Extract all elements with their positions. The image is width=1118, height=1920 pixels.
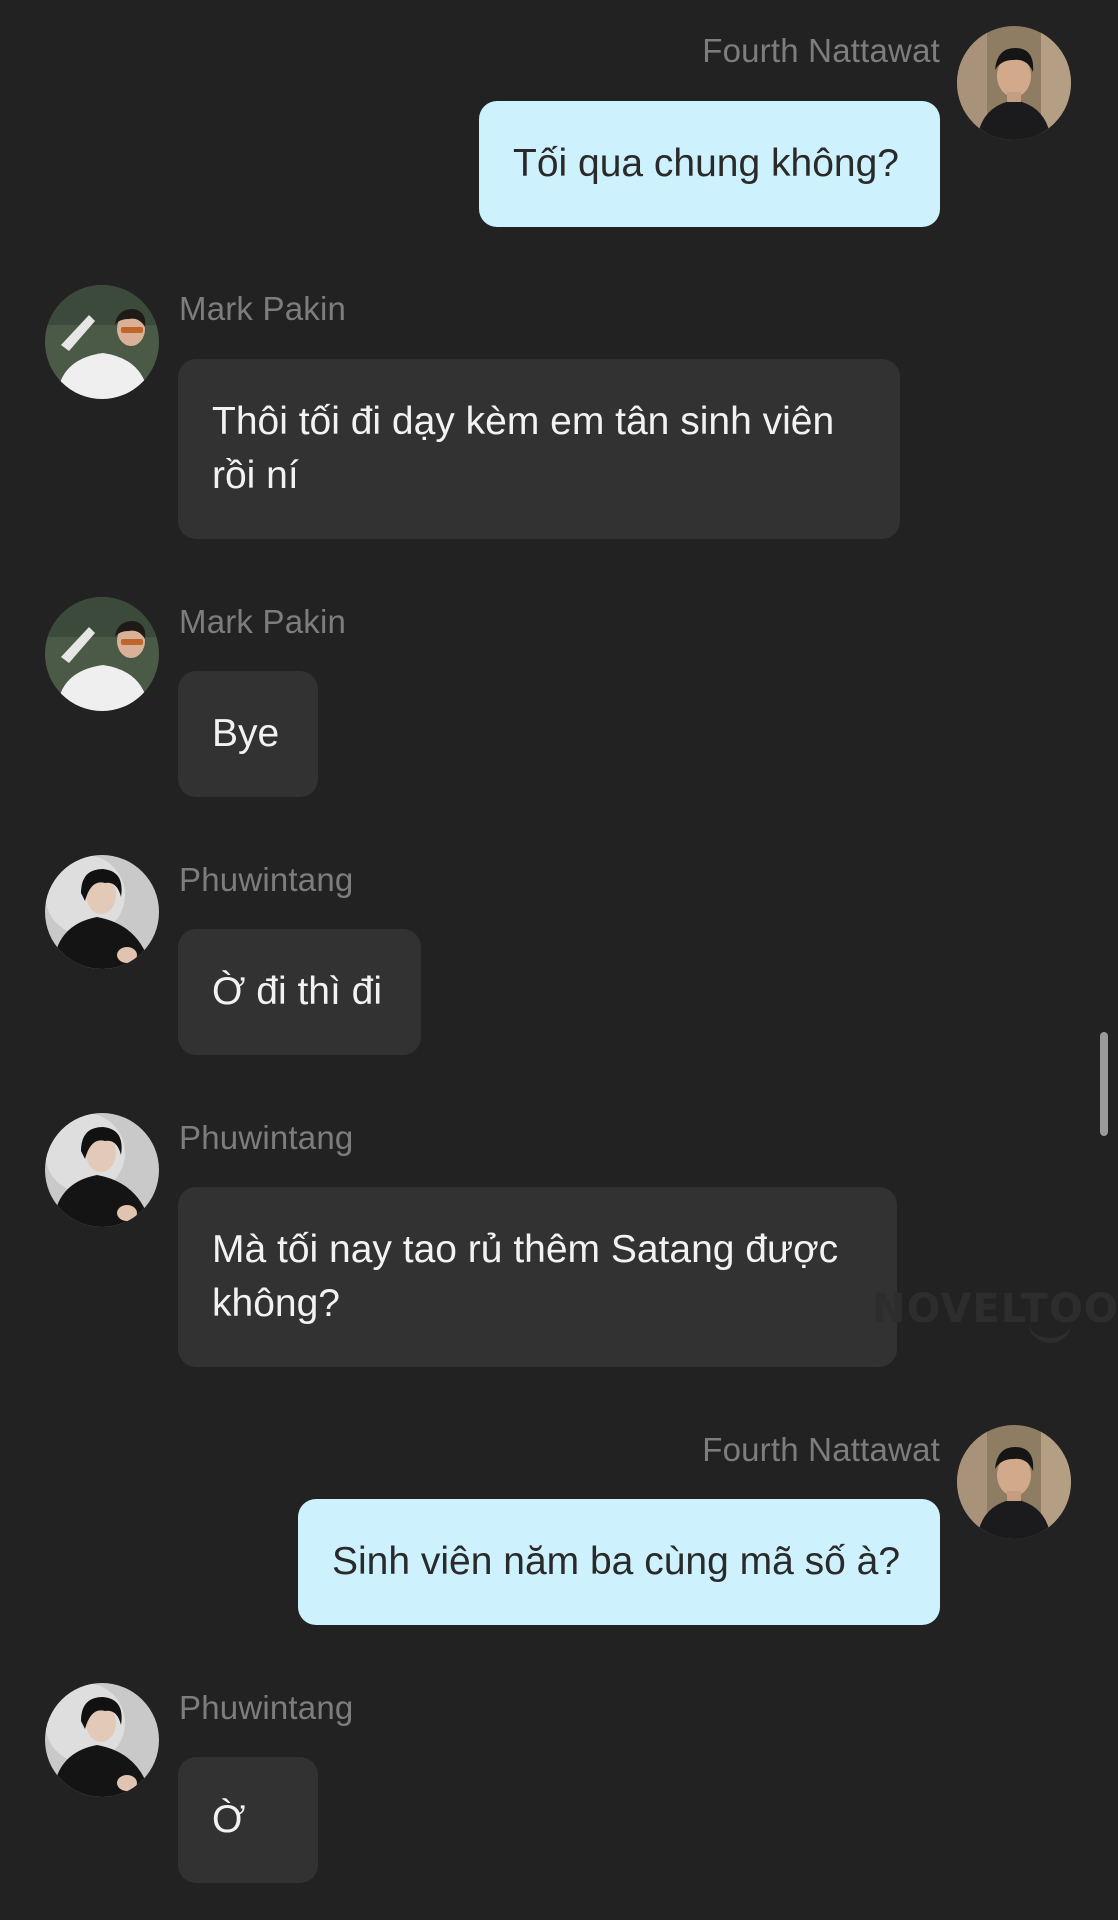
- avatar-phuwintang-image: [45, 855, 159, 969]
- avatar-mark-pakin[interactable]: [45, 597, 159, 711]
- avatar-phuwintang-image: [45, 1113, 159, 1227]
- avatar-phuwintang[interactable]: [45, 1683, 159, 1797]
- message-bubble[interactable]: Sinh viên năm ba cùng mã số à?: [298, 1499, 940, 1625]
- message-bubble[interactable]: Tối qua chung không?: [479, 101, 940, 227]
- message-bubble[interactable]: Ờ đi thì đi: [178, 929, 421, 1055]
- sender-name: Phuwintang: [179, 1119, 354, 1156]
- avatar-mark-pakin[interactable]: [45, 285, 159, 399]
- sender-name: Fourth Nattawat: [702, 32, 940, 69]
- avatar-fourth-image: [957, 1425, 1071, 1539]
- chat-thread[interactable]: Fourth Nattawat Tối qua chung không? Mar…: [0, 0, 1118, 1920]
- message-bubble[interactable]: Bye: [178, 671, 318, 797]
- message-bubble[interactable]: Thôi tối đi dạy kèm em tân sinh viên rồi…: [178, 359, 900, 539]
- avatar-phuwintang[interactable]: [45, 1113, 159, 1227]
- sender-name: Mark Pakin: [179, 603, 347, 640]
- avatar-mark-image: [45, 285, 159, 399]
- sender-name: Phuwintang: [179, 1689, 354, 1726]
- message-bubble[interactable]: Ờ: [178, 1757, 318, 1883]
- avatar-phuwintang-image: [45, 1683, 159, 1797]
- avatar-fourth-image: [957, 26, 1071, 140]
- avatar-fourth-nattawat[interactable]: [957, 1425, 1071, 1539]
- avatar-fourth-nattawat[interactable]: [957, 26, 1071, 140]
- avatar-phuwintang[interactable]: [45, 855, 159, 969]
- noveltoon-watermark: NOVELTOON: [872, 1286, 1118, 1332]
- sender-name: Phuwintang: [179, 861, 354, 898]
- watermark-smile-icon: [1028, 1316, 1072, 1343]
- message-bubble[interactable]: Mà tối nay tao rủ thêm Satang được không…: [178, 1187, 897, 1367]
- avatar-mark-image: [45, 597, 159, 711]
- scrollbar-thumb[interactable]: [1100, 1032, 1108, 1136]
- sender-name: Fourth Nattawat: [702, 1431, 940, 1468]
- sender-name: Mark Pakin: [179, 290, 347, 327]
